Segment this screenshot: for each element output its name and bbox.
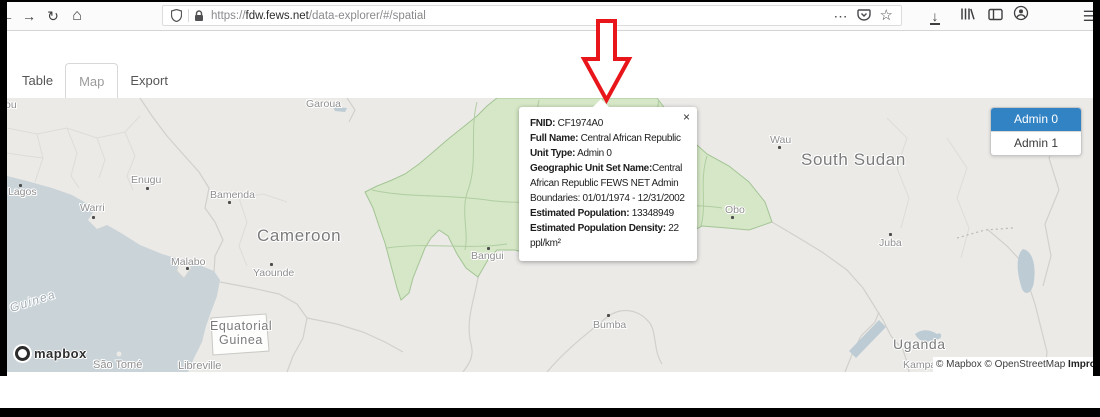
map-label-south-sudan: South Sudan xyxy=(801,150,906,170)
popup-field-value: 13348949 xyxy=(629,208,674,219)
attribution-link[interactable]: Improve t xyxy=(1068,359,1093,370)
popup-field: FNID: CF1974A0 xyxy=(530,116,686,131)
popup-field-value: Admin 0 xyxy=(575,148,612,159)
map-label-fragment-ou: ou xyxy=(7,99,17,111)
window-border-top xyxy=(0,0,1100,2)
map-label-bumba: Bumba xyxy=(593,319,626,331)
page-actions-icon[interactable]: ⋯ xyxy=(834,7,848,25)
map-label-equatorial-guinea: Equatorial Guinea xyxy=(210,319,272,347)
map-label-libreville: Libreville xyxy=(178,360,221,372)
mapbox-logo-icon xyxy=(15,346,30,361)
city-dot-obo xyxy=(731,216,734,219)
red-annotation-arrow xyxy=(578,17,636,105)
attribution-link[interactable]: © OpenStreetMap xyxy=(985,359,1069,370)
map-label-uganda: Uganda xyxy=(893,336,946,352)
map-label-obo: Obo xyxy=(725,204,745,216)
map-label-bangui: Bangui xyxy=(471,250,504,262)
popup-field-label: Geographic Unit Set Name: xyxy=(530,163,652,174)
city-dot-malabo xyxy=(186,267,189,270)
feature-popup: × FNID: CF1974A0Full Name: Central Afric… xyxy=(519,107,697,261)
library-icon[interactable] xyxy=(956,5,978,27)
popup-field: Full Name: Central African Republic xyxy=(530,131,686,146)
browser-toolbar: ← → ↻ ⌂ https://fdw.fews.net/data-explor… xyxy=(0,2,1100,31)
admin-0-button[interactable]: Admin 0 xyxy=(991,108,1081,131)
map-attribution: © Mapbox © OpenStreetMap Improve t xyxy=(933,357,1093,372)
browser-window: ← → ↻ ⌂ https://fdw.fews.net/data-explor… xyxy=(0,0,1100,417)
popup-field: Estimated Population: 13348949 xyxy=(530,206,686,221)
map-label-sao-tome: São Tomé xyxy=(93,359,142,371)
city-dot-enugu xyxy=(146,187,149,190)
map-label-wau: Wau xyxy=(770,134,791,146)
url-text[interactable]: https://fdw.fews.net/data-explorer/#/spa… xyxy=(211,10,426,22)
mapbox-logo-text: mapbox xyxy=(34,346,87,361)
tab-map[interactable]: Map xyxy=(65,63,118,98)
popup-field-label: FNID: xyxy=(530,118,555,129)
map-label-enugu: Enugu xyxy=(131,174,161,186)
popup-field-value: CF1974A0 xyxy=(555,118,603,129)
pocket-icon[interactable] xyxy=(857,9,871,22)
popup-field-label: Estimated Population: xyxy=(530,208,629,219)
map-label-warri: Warri xyxy=(80,202,105,214)
city-dot-bangui xyxy=(487,247,490,250)
tab-table[interactable]: Table xyxy=(10,63,65,98)
popup-field-value: Central African Republic xyxy=(578,133,681,144)
admin-level-toggle: Admin 0Admin 1 xyxy=(990,107,1082,156)
popup-field-label: Unit Type: xyxy=(530,148,575,159)
mapbox-logo[interactable]: mapbox xyxy=(15,346,87,361)
admin-1-button[interactable]: Admin 1 xyxy=(991,131,1081,155)
attribution-link[interactable]: © Mapbox xyxy=(936,359,985,370)
home-button[interactable]: ⌂ xyxy=(66,5,88,27)
city-dot-bamenda xyxy=(228,201,231,204)
popup-close-button[interactable]: × xyxy=(683,111,690,123)
forward-button[interactable]: → xyxy=(18,5,40,27)
view-tab-bar: TableMapExport xyxy=(10,63,180,98)
lock-icon[interactable] xyxy=(194,10,204,22)
map-label-cameroon: Cameroon xyxy=(257,226,341,246)
map-label-juba: Juba xyxy=(879,237,902,249)
window-border-left xyxy=(0,0,7,376)
popup-field: Unit Type: Admin 0 xyxy=(530,146,686,161)
popup-field-label: Full Name: xyxy=(530,133,578,144)
map-label-gulf-of-guinea: Guinea xyxy=(8,287,58,315)
city-dot-wau xyxy=(778,146,781,149)
downloads-button[interactable]: ↓ xyxy=(924,5,946,27)
shield-icon[interactable] xyxy=(171,9,182,22)
map-label-garoua: Garoua xyxy=(306,98,341,110)
popup-body: FNID: CF1974A0Full Name: Central African… xyxy=(530,116,686,251)
city-dot-yaounde xyxy=(270,263,273,266)
account-icon[interactable] xyxy=(1010,5,1032,27)
city-dot-warri xyxy=(92,216,95,219)
sidebar-toggle-icon[interactable] xyxy=(984,5,1006,27)
city-dot-lagos xyxy=(19,184,22,187)
window-border-bottom xyxy=(0,408,1100,417)
popup-field: Geographic Unit Set Name:Central African… xyxy=(530,161,686,206)
map-label-yaounde: Yaounde xyxy=(253,267,294,279)
city-dot-juba xyxy=(889,233,892,236)
map-label-bamenda: Bamenda xyxy=(210,189,255,201)
popup-field-label: Estimated Population Density: xyxy=(530,223,666,234)
tab-export[interactable]: Export xyxy=(118,63,180,98)
address-bar[interactable]: https://fdw.fews.net/data-explorer/#/spa… xyxy=(162,5,902,26)
map-label-lagos: Lagos xyxy=(8,186,37,198)
city-dot-bumba xyxy=(607,314,610,317)
reload-button[interactable]: ↻ xyxy=(42,5,64,27)
bottom-whitespace xyxy=(0,372,1100,408)
urlbar-divider xyxy=(188,9,189,22)
popup-field: Estimated Population Density: 22 ppl/km² xyxy=(530,221,686,251)
window-border-right xyxy=(1093,0,1100,376)
bookmark-star-icon[interactable]: ☆ xyxy=(880,7,893,25)
